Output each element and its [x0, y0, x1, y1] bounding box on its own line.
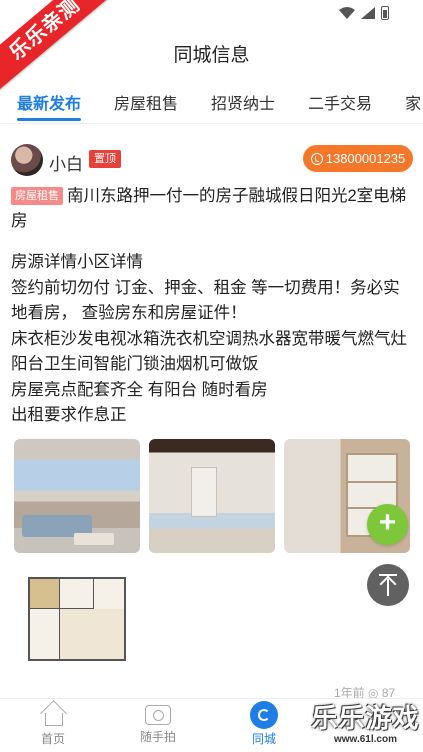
hallway-photo[interactable]: [149, 439, 275, 553]
body-line: 出租要求作息正: [11, 406, 127, 424]
body-line: 房屋亮点配套齐全 有阳台 随时看房: [11, 380, 268, 399]
back-to-top-button[interactable]: [367, 564, 409, 606]
post-body: 房源详情小区详情 签约前切勿付 订金、押金、租金 等一切费用！务必实地看房， 查…: [11, 250, 412, 429]
wifi-icon: [339, 7, 355, 19]
phone-number: 13800001235: [325, 151, 406, 166]
living-room-photo[interactable]: [14, 439, 140, 553]
nav-home[interactable]: 首页: [13, 703, 93, 747]
username[interactable]: 小白: [49, 150, 83, 175]
watermark-title: 乐乐游戏: [311, 703, 420, 733]
post-title[interactable]: 房屋租售 南川东路押一付一的房子融城假日阳光2室电梯房: [11, 184, 412, 234]
arrow-up-icon: [379, 575, 397, 593]
nav-label: 同城: [251, 732, 276, 746]
tab-home[interactable]: 家: [405, 84, 421, 123]
add-post-button[interactable]: +: [367, 504, 408, 545]
post-title-text: 南川东路押一付一的房子融城假日阳光2室电梯房: [11, 187, 407, 230]
phone-icon: [310, 152, 323, 165]
tab-latest[interactable]: 最新发布: [17, 84, 82, 123]
watermark-logo: 乐乐游戏 www.61l.com: [308, 702, 423, 752]
battery-icon: [381, 6, 389, 20]
watermark-url: www.61l.com: [334, 734, 397, 745]
pinned-badge: 置顶: [89, 150, 121, 168]
nav-city[interactable]: 同城: [224, 701, 304, 747]
tab-jobs[interactable]: 招贤纳士: [211, 84, 275, 123]
body-line: 床衣柜沙发电视冰箱洗衣机空调热水器宽带暖气燃气灶阳台卫生间智能门锁油烟机可做饭: [11, 329, 407, 374]
post-card[interactable]: 小白 置顶 13800001235 房屋租售 南川东路押一付一的房子融城假日阳光2…: [0, 138, 423, 429]
home-icon: [40, 703, 66, 727]
nav-snapshot[interactable]: 随手拍: [118, 703, 198, 745]
city-icon: [250, 701, 278, 729]
category-tabs: 最新发布 房屋租售 招贤纳士 二手交易 家: [0, 84, 423, 124]
category-badge: 房屋租售: [11, 187, 63, 205]
tab-second-hand[interactable]: 二手交易: [308, 84, 372, 123]
post-header: 小白 置顶 13800001235: [0, 138, 423, 182]
camera-icon: [145, 705, 171, 725]
tab-housing[interactable]: 房屋租售: [114, 84, 178, 123]
page-title: 同城信息: [173, 45, 250, 66]
nav-label: 随手拍: [139, 730, 176, 744]
body-line: 签约前切勿付 订金、押金、租金 等一切费用！务必实地看房， 查验房东和房屋证件！: [11, 278, 400, 323]
nav-label: 首页: [40, 732, 65, 746]
floor-plan-image[interactable]: [14, 565, 140, 671]
body-line: 房源详情小区详情: [11, 253, 143, 271]
avatar[interactable]: [11, 144, 43, 176]
call-phone-button[interactable]: 13800001235: [303, 145, 413, 172]
signal-icon: [361, 7, 375, 19]
